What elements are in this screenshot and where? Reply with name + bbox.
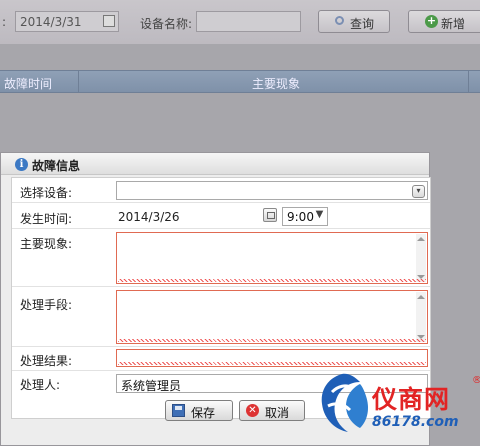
cancel-button-label: 取消 [265,406,290,420]
hour-value: 9:00 [287,210,314,224]
dialog-title: 故障信息 [32,159,81,173]
result-label: 处理结果: [20,354,73,368]
handler-value: 系统管理员 [121,379,182,393]
date-filter-input[interactable]: 2014/3/31 [15,11,119,32]
add-button[interactable]: + 新增 [408,10,480,33]
device-select[interactable]: ▾ [116,181,428,200]
handler-label: 处理人: [20,378,61,392]
calendar-icon[interactable] [103,15,115,27]
add-button-label: 新增 [441,17,466,31]
device-name-input[interactable] [196,11,301,32]
chevron-down-icon[interactable]: ▼ [313,210,326,223]
watermark-name: 仪商网 [372,385,451,414]
symptom-label: 主要现象: [20,237,73,251]
cancel-icon: ✕ [246,404,259,417]
search-toolbar: : 2014/3/31 设备名称: 查询 + 新增 [0,0,480,44]
device-row: 选择设备: ▾ [12,178,430,203]
date-field-colon: : [2,15,7,29]
hour-select[interactable]: 9:00 ▼ [282,207,328,226]
validation-underline [118,279,426,282]
save-button-label: 保存 [191,406,216,420]
method-label: 处理手段: [20,298,73,312]
info-icon: i [15,158,28,171]
scrollbar[interactable] [416,292,426,342]
column-main-symptom[interactable]: 主要现象 [252,75,300,92]
symptom-row: 主要现象: [12,229,430,287]
watermark-registered: ® [472,375,480,386]
time-row: 发生时间: 2014/3/26 9:00 ▼ [12,203,430,229]
watermark-url: 86178.com [372,414,459,430]
search-icon [335,16,344,25]
save-button[interactable]: 保存 [165,400,233,421]
validation-underline [118,362,426,365]
search-button[interactable]: 查询 [318,10,390,33]
chevron-down-icon[interactable]: ▾ [412,185,425,198]
result-row: 处理结果: [12,347,430,371]
cancel-button[interactable]: ✕ 取消 [239,400,305,421]
date-filter-value: 2014/3/31 [20,15,82,29]
method-row: 处理手段: [12,287,430,347]
plus-icon: + [425,14,438,28]
column-divider [468,71,469,93]
validation-underline [118,339,426,342]
scrollbar[interactable] [416,234,426,282]
time-label: 发生时间: [20,212,73,226]
method-textarea[interactable] [116,290,428,344]
calendar-icon[interactable] [263,208,277,222]
symptom-textarea[interactable] [116,232,428,284]
column-divider [78,71,79,93]
result-input[interactable] [116,349,428,367]
column-fault-time[interactable]: 故障时间 [4,75,52,92]
device-label: 选择设备: [20,186,73,200]
watermark-logo-icon [321,373,368,432]
device-name-label: 设备名称: [140,17,193,31]
date-value[interactable]: 2014/3/26 [118,210,180,224]
search-button-label: 查询 [350,17,375,31]
fault-grid-header: 故障时间 主要现象 [0,70,480,93]
save-icon [172,404,185,417]
dialog-title-bar: i 故障信息 [1,153,429,175]
